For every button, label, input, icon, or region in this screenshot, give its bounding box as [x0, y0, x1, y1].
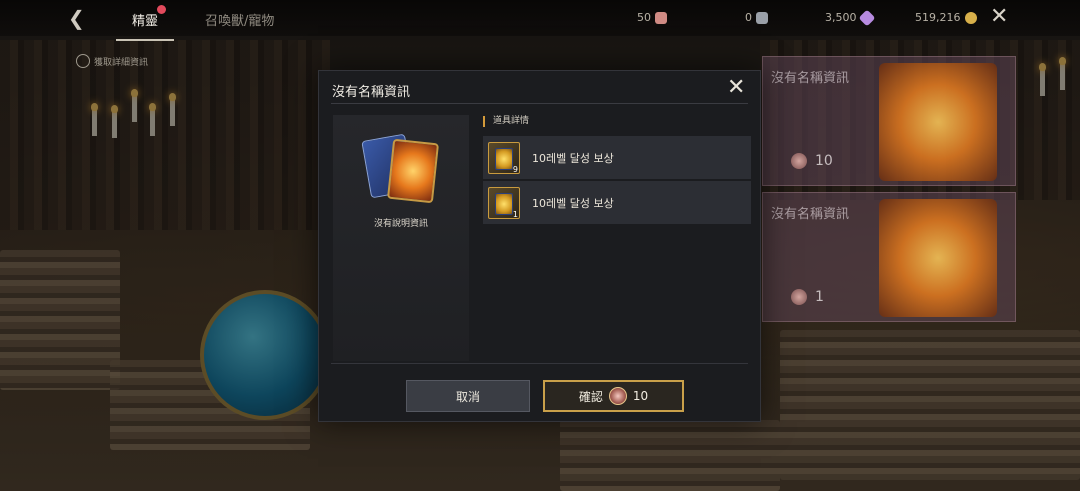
divider	[331, 363, 748, 364]
info-icon	[76, 54, 90, 68]
background-card-title: 沒有名稱資訊	[771, 71, 850, 86]
currency-value: 519,216	[915, 11, 961, 24]
currency-value: 3,500	[825, 11, 857, 24]
background-card-count: 1	[815, 289, 824, 305]
item-preview-panel: 沒有說明資訊	[333, 115, 469, 361]
currency-value: 0	[745, 11, 752, 24]
background-card-count: 10	[815, 153, 833, 169]
tab-spirit[interactable]: 精靈	[115, 10, 175, 41]
cancel-button[interactable]: 取消	[406, 380, 530, 412]
gold-coin-icon	[964, 11, 977, 24]
detail-info-label: 獲取詳細資訊	[94, 57, 149, 68]
close-screen-icon[interactable]: ✕	[990, 4, 1008, 29]
dialog-title: 沒有名稱資訊	[332, 85, 411, 100]
back-arrow-icon[interactable]: ❮	[68, 6, 85, 30]
cost-coin-icon	[608, 387, 627, 405]
reward-row[interactable]: 1 10레벨 달성 보상	[483, 181, 751, 224]
currency-value: 50	[637, 11, 651, 24]
reward-label: 10레벨 달성 보상	[532, 196, 614, 210]
cost-coin-icon	[791, 153, 807, 169]
card-pack-icon	[361, 133, 440, 204]
confirm-label: 確認	[578, 389, 603, 404]
item-detail-dialog: 沒有名稱資訊 ✕ 沒有說明資訊 道具詳情 9 10레벨 달성 보상 1 10레벨…	[318, 70, 761, 422]
close-icon[interactable]: ✕	[727, 75, 745, 100]
card-art-icon	[879, 63, 997, 181]
currency-scrolls: 0	[745, 11, 768, 24]
confirm-cost: 10	[632, 389, 649, 403]
card-icon	[495, 147, 513, 170]
background-card-title: 沒有名稱資訊	[771, 207, 850, 222]
gem-icon	[858, 9, 875, 26]
item-description: 沒有說明資訊	[373, 219, 428, 229]
background-card-2: 沒有名稱資訊 1	[762, 192, 1016, 322]
reward-thumbnail: 1	[488, 186, 520, 219]
cost-coin-icon	[791, 289, 807, 305]
reward-thumbnail: 9	[488, 141, 520, 174]
ticket-icon	[655, 11, 667, 24]
background-card-1: 沒有名稱資訊 10	[762, 56, 1016, 186]
reward-count: 9	[512, 164, 518, 174]
card-art-icon	[879, 199, 997, 317]
reward-label: 10레벨 달성 보상	[532, 151, 614, 165]
section-label: 道具詳情	[483, 116, 529, 127]
reward-count: 1	[512, 209, 518, 219]
card-icon	[495, 192, 513, 215]
tab-summon-pet[interactable]: 召喚獸/寵物	[205, 10, 274, 29]
currency-gold: 519,216	[915, 11, 977, 24]
detail-info-link[interactable]: 獲取詳細資訊	[76, 54, 148, 68]
currency-tickets: 50	[637, 11, 667, 24]
scroll-icon	[756, 11, 768, 24]
currency-gems: 3,500	[825, 9, 875, 26]
top-bar: ❮ 精靈 召喚獸/寵物 50 0 3,500 519,216 ✕	[0, 0, 1080, 41]
confirm-button[interactable]: 確認 10	[543, 380, 684, 412]
reward-row[interactable]: 9 10레벨 달성 보상	[483, 136, 751, 179]
divider	[331, 103, 748, 104]
notification-dot	[157, 5, 166, 14]
